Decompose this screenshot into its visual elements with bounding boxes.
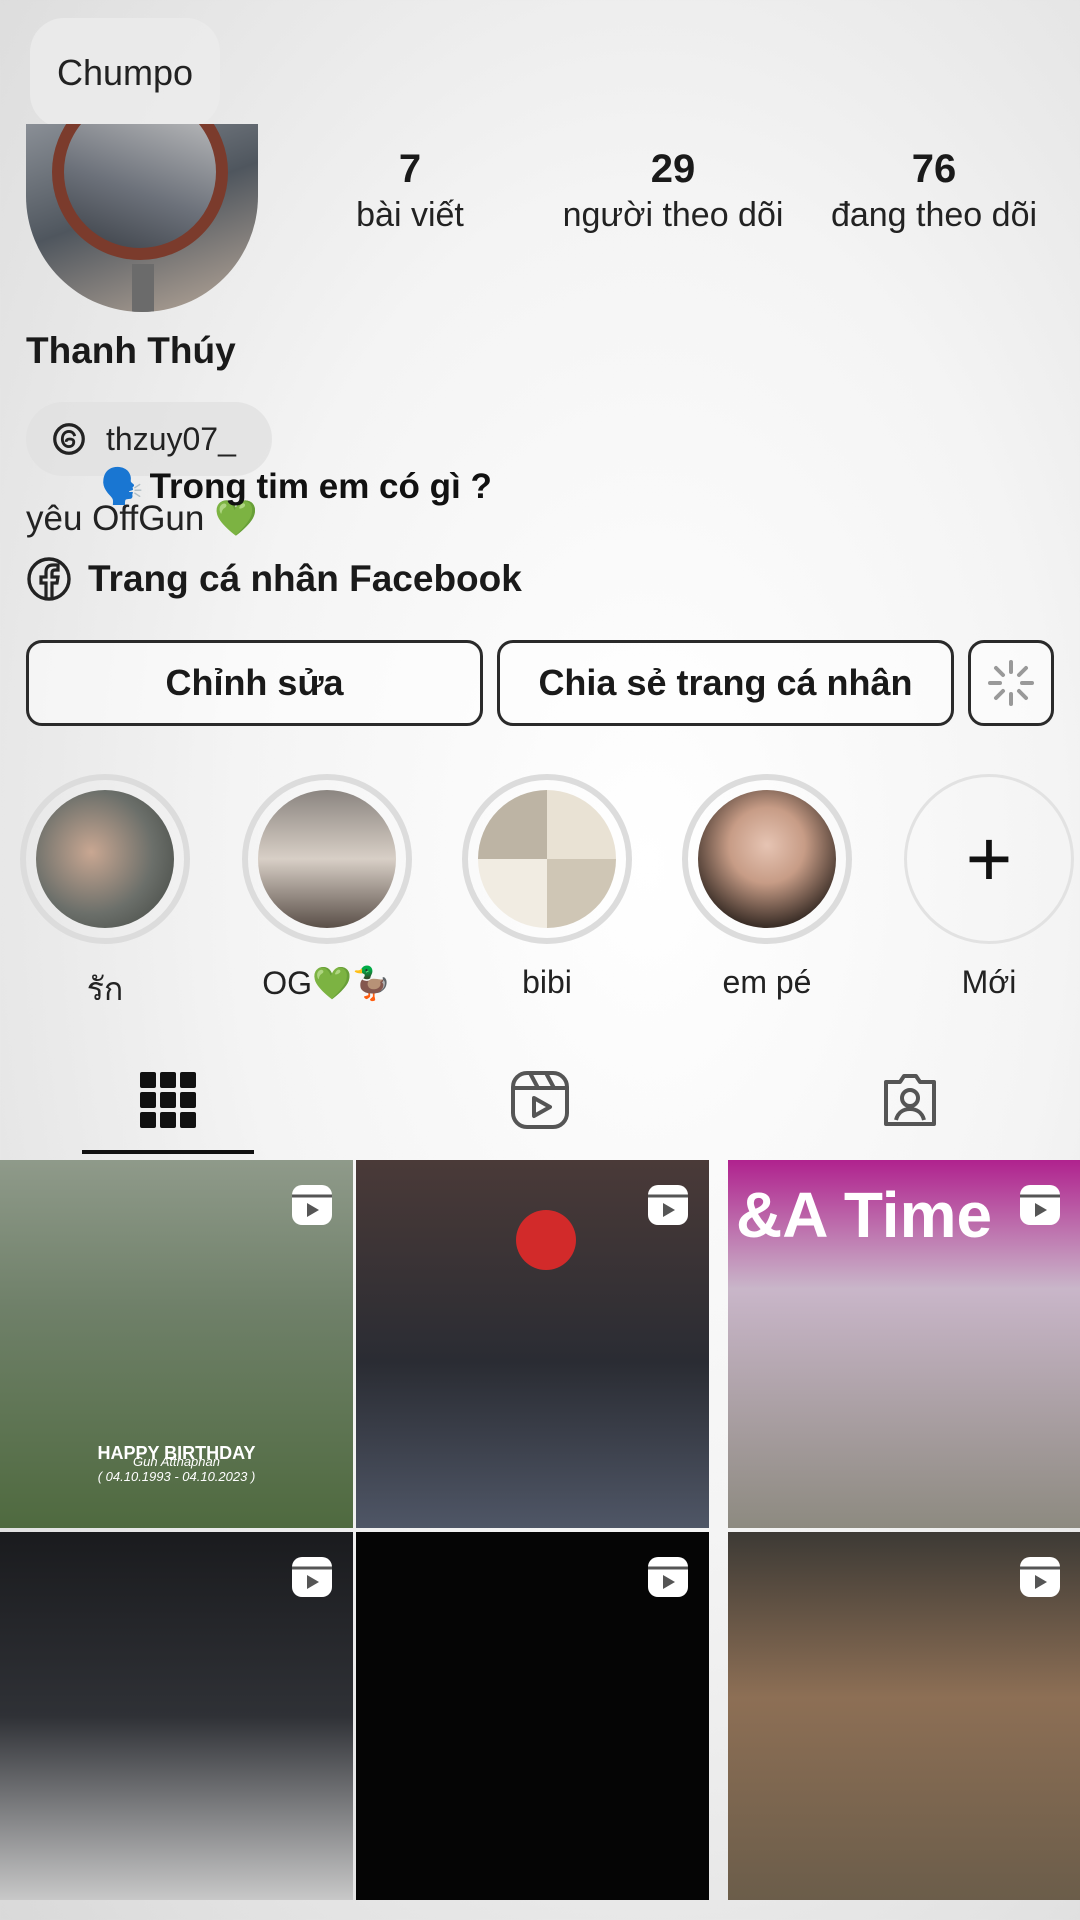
- reel-badge-icon: [1020, 1185, 1060, 1225]
- active-tab-indicator: [82, 1150, 254, 1154]
- balloon-shape: [516, 1210, 576, 1270]
- reels-icon[interactable]: [508, 1068, 572, 1132]
- share-profile-button[interactable]: Chia sẻ trang cá nhân: [497, 640, 954, 726]
- posts-grid: HAPPY BIRTHDAY Gun Atthaphan( 04.10.1993…: [0, 1160, 1080, 1920]
- plus-icon: +: [904, 774, 1074, 944]
- highlight-ring: [242, 774, 412, 944]
- post-subcaption-name: Gun Atthaphan: [133, 1454, 220, 1469]
- grid-post[interactable]: [728, 1532, 1080, 1900]
- highlight-label: รัก: [86, 971, 124, 1007]
- profile-name: Thanh Thúy: [26, 330, 236, 371]
- posts-count: 7: [398, 147, 422, 191]
- highlight-ring: [462, 774, 632, 944]
- reel-badge-icon: [292, 1557, 332, 1597]
- threads-icon: [53, 423, 85, 455]
- highlight-item[interactable]: รัก: [20, 774, 190, 1015]
- reel-badge-icon: [648, 1185, 688, 1225]
- followers-label: người theo dõi: [562, 196, 784, 234]
- following-count: 76: [911, 147, 957, 191]
- facebook-link-label: Trang cá nhân Facebook: [88, 558, 522, 599]
- reel-badge-icon: [292, 1185, 332, 1225]
- new-highlight-label: Mới: [961, 964, 1017, 1000]
- threads-badge[interactable]: thzuy07_: [26, 402, 272, 476]
- speaking-head-emoji: 🗣️: [100, 467, 144, 506]
- reel-badge-icon: [1020, 1557, 1060, 1597]
- highlight-ring: [20, 774, 190, 944]
- followers-stat[interactable]: 29 người theo dõi: [548, 145, 798, 237]
- highlight-cover: [698, 790, 836, 928]
- highlight-item[interactable]: em pé: [682, 774, 852, 1001]
- highlight-cover: [478, 790, 616, 928]
- threads-handle: thzuy07_: [106, 420, 236, 457]
- note-text: Chumpo: [56, 52, 194, 93]
- grid-post[interactable]: HAPPY BIRTHDAY Gun Atthaphan( 04.10.1993…: [0, 1160, 353, 1528]
- edit-profile-button[interactable]: Chỉnh sửa: [26, 640, 483, 726]
- text-sticker: 🗣️ Trong tim em có gì ?: [100, 466, 492, 507]
- posts-stat[interactable]: 7 bài viết: [330, 145, 490, 237]
- grid-post[interactable]: [356, 1532, 709, 1900]
- grid-post[interactable]: [0, 1532, 353, 1900]
- highlight-cover: [258, 790, 396, 928]
- facebook-link[interactable]: Trang cá nhân Facebook: [26, 556, 522, 602]
- avatar-mirror-image: [52, 124, 228, 260]
- highlight-item[interactable]: OG💚🦆: [242, 774, 412, 1002]
- highlight-label: OG💚🦆: [262, 965, 392, 1001]
- highlight-item[interactable]: bibi: [462, 774, 632, 1001]
- reel-badge-icon: [648, 1557, 688, 1597]
- tagged-icon[interactable]: [878, 1068, 942, 1132]
- highlight-label: bibi: [522, 964, 572, 1000]
- loading-spinner-icon: [988, 660, 1034, 706]
- facebook-icon: [27, 557, 71, 601]
- sticker-text: Trong tim em có gì ?: [149, 466, 492, 506]
- grid-post[interactable]: [356, 1160, 709, 1528]
- posts-label: bài viết: [356, 196, 464, 234]
- edit-profile-label: Chỉnh sửa: [165, 662, 344, 703]
- share-profile-label: Chia sẻ trang cá nhân: [538, 662, 913, 703]
- highlight-cover: [36, 790, 174, 928]
- note-bubble[interactable]: Chumpo: [30, 18, 220, 128]
- grid-post[interactable]: &A Time: [728, 1160, 1080, 1528]
- avatar[interactable]: [26, 124, 258, 312]
- grid-icon[interactable]: [136, 1068, 200, 1132]
- following-label: đang theo dõi: [830, 196, 1038, 234]
- new-highlight-button[interactable]: + Mới: [904, 774, 1074, 1001]
- post-subcaption: Gun Atthaphan( 04.10.1993 - 04.10.2023 ): [0, 1454, 353, 1484]
- post-subcaption-dates: ( 04.10.1993 - 04.10.2023 ): [97, 1469, 256, 1484]
- followers-count: 29: [650, 147, 696, 191]
- following-stat[interactable]: 76 đang theo dõi: [812, 145, 1056, 237]
- discover-people-button[interactable]: [968, 640, 1054, 726]
- highlight-ring: [682, 774, 852, 944]
- highlight-label: em pé: [722, 964, 812, 1000]
- avatar-pole-image: [132, 264, 154, 312]
